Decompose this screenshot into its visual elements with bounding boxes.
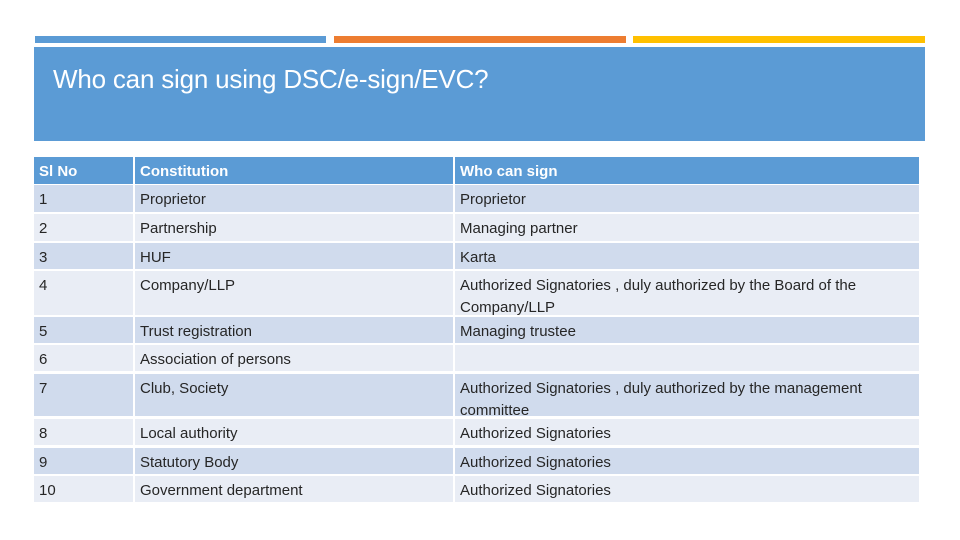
table-cell-constitution: Local authority — [135, 419, 453, 445]
table-cell-who-can-sign — [455, 345, 919, 371]
table-cell-who-can-sign: Authorized Signatories , duly authorized… — [455, 374, 919, 419]
table-cell-constitution: Government department — [135, 476, 453, 502]
table-cell-sl-no: 1 — [34, 185, 133, 212]
table-cell-sl-no: 3 — [34, 243, 133, 269]
table-cell-who-can-sign: Authorized Signatories — [455, 419, 919, 445]
accent-bar-blue — [35, 36, 326, 43]
slide-title: Who can sign using DSC/e-sign/EVC? — [53, 64, 489, 94]
accent-bar-yellow — [633, 36, 925, 43]
table-cell-constitution: Trust registration — [135, 317, 453, 343]
table-cell-constitution: Proprietor — [135, 185, 453, 212]
table-cell-sl-no: 4 — [34, 271, 133, 315]
table-cell-sl-no: 9 — [34, 448, 133, 474]
header-constitution: Constitution — [135, 157, 453, 184]
table-cell-who-can-sign: Proprietor — [455, 185, 919, 212]
table-cell-who-can-sign: Authorized Signatories — [455, 476, 919, 502]
signatory-table: Sl No Constitution Who can sign 1 Proprie… — [34, 156, 919, 503]
table-cell-constitution: Club, Society — [135, 374, 453, 416]
table-cell-sl-no: 2 — [34, 214, 133, 241]
table-cell-sl-no: 7 — [34, 374, 133, 416]
accent-bar-orange — [334, 36, 626, 43]
title-band: Who can sign using DSC/e-sign/EVC? — [34, 47, 925, 141]
table-cell-constitution: HUF — [135, 243, 453, 269]
table-cell-constitution: Statutory Body — [135, 448, 453, 474]
table-cell-constitution: Partnership — [135, 214, 453, 241]
table-cell-who-can-sign: Karta — [455, 243, 919, 269]
table-cell-who-can-sign: Authorized Signatories — [455, 448, 919, 474]
table-cell-who-can-sign: Managing trustee — [455, 317, 919, 343]
table-cell-sl-no: 8 — [34, 419, 133, 445]
header-who-can-sign: Who can sign — [455, 157, 919, 184]
table-cell-sl-no: 6 — [34, 345, 133, 371]
table-cell-who-can-sign: Managing partner — [455, 214, 919, 241]
table-cell-constitution: Company/LLP — [135, 271, 453, 315]
table-cell-sl-no: 5 — [34, 317, 133, 343]
table-cell-who-can-sign: Authorized Signatories , duly authorized… — [455, 271, 919, 316]
header-sl-no: Sl No — [34, 157, 133, 184]
table-cell-constitution: Association of persons — [135, 345, 453, 371]
table-cell-sl-no: 10 — [34, 476, 133, 502]
